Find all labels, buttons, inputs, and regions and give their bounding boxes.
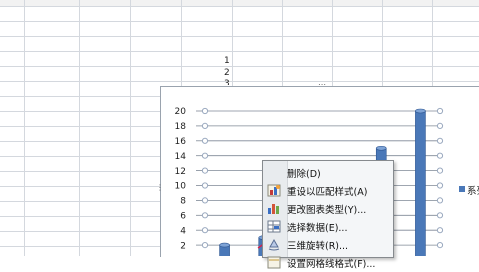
menu-item-select-data[interactable]: 选择数据(E)... bbox=[263, 217, 393, 236]
gridline-left-handle[interactable] bbox=[201, 137, 209, 144]
y-tick-label: 12 bbox=[175, 167, 186, 177]
legend-swatch bbox=[459, 186, 465, 192]
context-menu[interactable]: 删除(D) 重设以匹配样式(A) 更改图表类型(Y)... 选择数据(E)... bbox=[262, 160, 394, 270]
menu-item-label: 重设以匹配样式(A) bbox=[287, 187, 368, 198]
gridline-left-handle[interactable] bbox=[201, 122, 209, 130]
menu-item-label: 三维旋转(R)... bbox=[287, 241, 349, 252]
gridline-left-handle[interactable] bbox=[201, 242, 209, 249]
chart-type-icon bbox=[268, 204, 279, 214]
gridline-right-handle[interactable] bbox=[436, 167, 444, 174]
bar-top bbox=[375, 145, 387, 151]
y-tick-label: 14 bbox=[175, 152, 187, 162]
gridline-left-handle[interactable] bbox=[201, 107, 209, 115]
gridline-right-handle[interactable] bbox=[436, 212, 444, 219]
y-tick-label: 20 bbox=[175, 107, 187, 117]
3d-rotate-icon bbox=[268, 238, 280, 251]
y-tick-label: 4 bbox=[180, 226, 186, 236]
y-tick-label: 8 bbox=[180, 197, 186, 207]
gridline-right-handle[interactable] bbox=[436, 107, 444, 115]
bar-top bbox=[415, 108, 426, 114]
menu-item-reset-style[interactable]: 重设以匹配样式(A) bbox=[263, 181, 393, 200]
menu-item-label: 设置网格线格式(F)... bbox=[287, 259, 376, 270]
gridline-right-handle[interactable] bbox=[436, 197, 444, 204]
menu-item-label: 选择数据(E)... bbox=[287, 223, 348, 234]
y-tick-label: 10 bbox=[175, 182, 187, 192]
menu-item-change-chart-type[interactable]: 更改图表类型(Y)... bbox=[263, 199, 393, 218]
bar[interactable] bbox=[219, 242, 230, 256]
gridline-right-handle[interactable] bbox=[436, 122, 444, 130]
bar-top bbox=[219, 242, 230, 248]
gridline-left-handle[interactable] bbox=[201, 197, 209, 204]
gridline-left-handle[interactable] bbox=[201, 152, 209, 159]
menu-item-3d-rotation[interactable]: 三维旋转(R)... bbox=[263, 235, 393, 254]
gridline-left-handle[interactable] bbox=[201, 227, 209, 234]
gridline-right-handle[interactable] bbox=[436, 227, 444, 234]
menu-item-label: 删除(D) bbox=[287, 169, 321, 180]
bar[interactable] bbox=[415, 108, 426, 256]
gridline-format-icon bbox=[267, 256, 281, 269]
gridline-right-handle[interactable] bbox=[436, 242, 444, 249]
reset-style-icon bbox=[267, 184, 281, 197]
gridline-left-handle[interactable] bbox=[201, 182, 209, 189]
y-tick-label: 18 bbox=[175, 122, 187, 132]
gridline-left-handle[interactable] bbox=[201, 167, 209, 174]
menu-item-delete[interactable]: 删除(D) bbox=[263, 163, 393, 182]
select-data-icon bbox=[267, 220, 281, 233]
y-tick-label: 6 bbox=[180, 212, 186, 222]
bar-body[interactable] bbox=[415, 110, 426, 256]
y-tick-label: 16 bbox=[175, 137, 187, 147]
gridline-right-handle[interactable] bbox=[436, 152, 444, 159]
menu-item-label: 更改图表类型(Y)... bbox=[287, 205, 367, 216]
legend-label: 系列 bbox=[467, 186, 479, 197]
gridline-right-handle[interactable] bbox=[436, 137, 444, 144]
bar-chart-plot[interactable]: 02468101214161820 bbox=[0, 0, 479, 256]
gridline-left-handle[interactable] bbox=[201, 212, 209, 219]
y-tick-label: 2 bbox=[180, 241, 186, 251]
gridline-right-handle[interactable] bbox=[436, 182, 444, 189]
